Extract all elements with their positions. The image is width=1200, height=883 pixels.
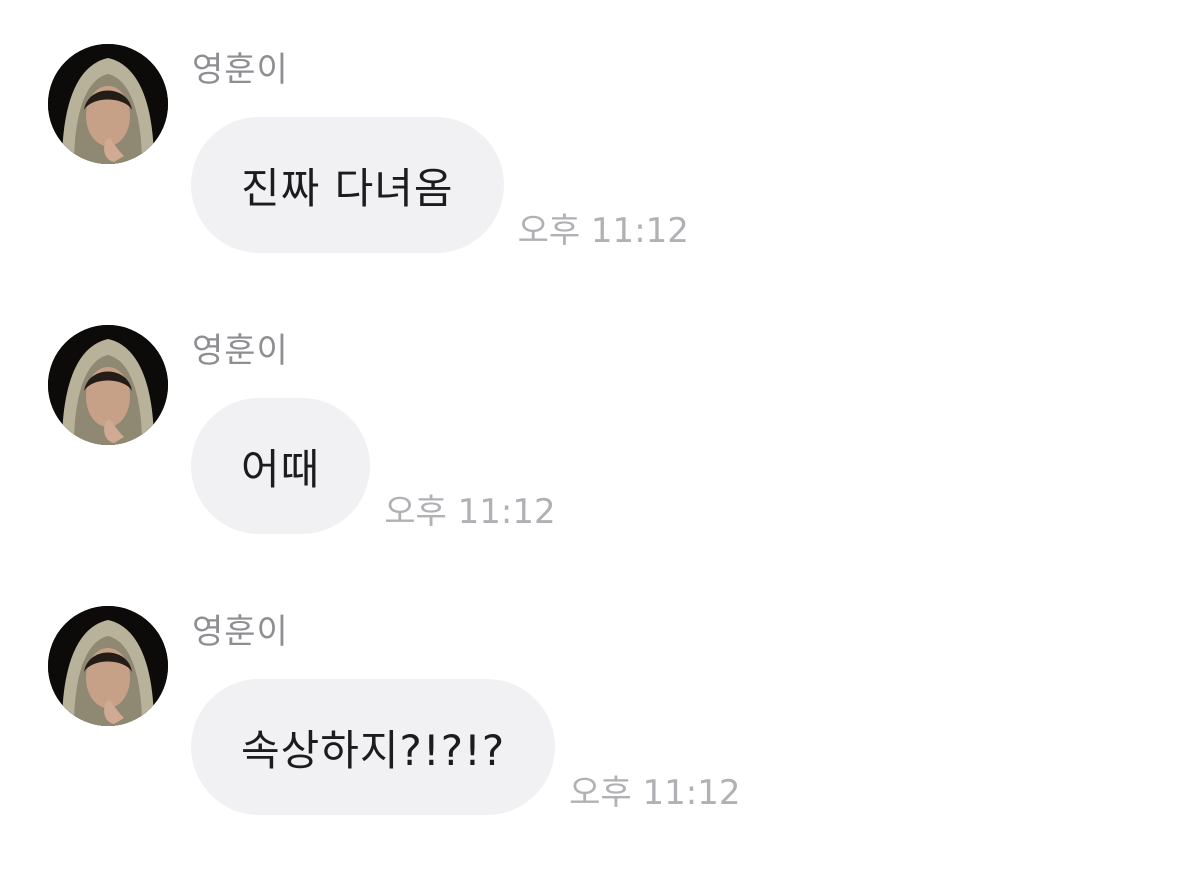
message-group: 영훈이 어때 오후 11:12	[0, 281, 1200, 534]
message-bubble[interactable]: 진짜 다녀옴	[191, 117, 504, 253]
sender-name: 영훈이	[192, 331, 289, 371]
message-bubble[interactable]: 어때	[191, 398, 371, 534]
message-timestamp: 오후 11:12	[517, 211, 689, 251]
message-timestamp: 오후 11:12	[384, 492, 556, 532]
sender-name: 영훈이	[192, 50, 289, 90]
message-row: 속상하지?!?!? 오후 11:12	[191, 679, 740, 815]
profile-photo-icon	[48, 325, 168, 445]
profile-photo-icon	[48, 44, 168, 164]
message-group: 영훈이 진짜 다녀옴 오후 11:12	[0, 0, 1200, 253]
message-bubble[interactable]: 속상하지?!?!?	[191, 679, 556, 815]
message-row: 진짜 다녀옴 오후 11:12	[191, 117, 689, 253]
message-timestamp: 오후 11:12	[569, 773, 741, 813]
avatar[interactable]	[48, 44, 168, 164]
profile-photo-icon	[48, 606, 168, 726]
message-row: 어때 오후 11:12	[191, 398, 556, 534]
message-group: 영훈이 속상하지?!?!? 오후 11:12	[0, 562, 1200, 815]
avatar[interactable]	[48, 606, 168, 726]
sender-name: 영훈이	[192, 612, 289, 652]
avatar[interactable]	[48, 325, 168, 445]
